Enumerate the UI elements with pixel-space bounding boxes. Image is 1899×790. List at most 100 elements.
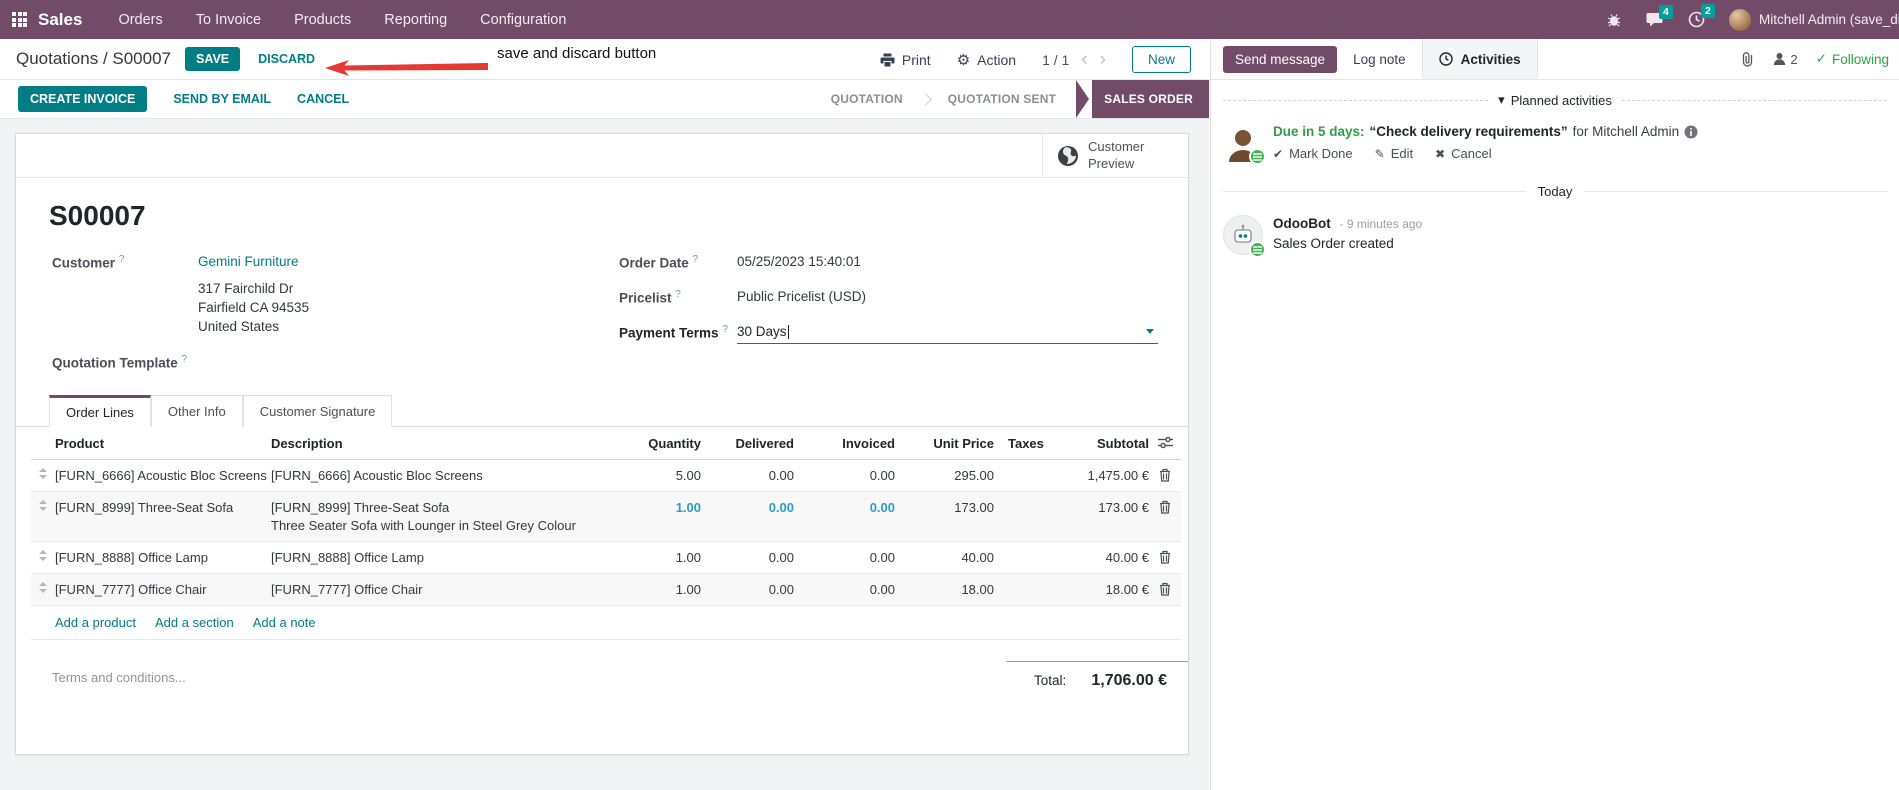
pricelist-value[interactable]: Public Pricelist (USD): [737, 289, 866, 304]
cell-quantity[interactable]: 1.00: [601, 574, 701, 605]
cell-description[interactable]: [FURN_8999] Three-Seat Sofa Three Seater…: [271, 492, 601, 541]
header-description[interactable]: Description: [271, 428, 601, 459]
cell-unit-price[interactable]: 295.00: [895, 460, 994, 491]
cancel-button[interactable]: CANCEL: [297, 92, 349, 106]
cancel-activity-button[interactable]: ✖ Cancel: [1435, 146, 1492, 161]
send-by-email-button[interactable]: SEND BY EMAIL: [173, 92, 271, 106]
header-quantity[interactable]: Quantity: [601, 428, 701, 459]
cell-taxes[interactable]: [994, 492, 1059, 508]
header-invoiced[interactable]: Invoiced: [794, 428, 895, 459]
cell-taxes[interactable]: [994, 574, 1059, 590]
cell-product[interactable]: [FURN_8888] Office Lamp: [55, 542, 271, 573]
drag-handle-icon[interactable]: [31, 492, 55, 519]
attachments-icon[interactable]: [1740, 51, 1755, 67]
menu-reporting[interactable]: Reporting: [384, 12, 447, 28]
order-line-row[interactable]: [FURN_8888] Office Lamp [FURN_8888] Offi…: [31, 542, 1181, 574]
payment-terms-input[interactable]: 30 Days: [737, 320, 1158, 344]
drag-handle-icon[interactable]: [31, 542, 55, 569]
cell-unit-price[interactable]: 173.00: [895, 492, 994, 523]
followers-button[interactable]: 2: [1773, 52, 1798, 67]
cell-description[interactable]: [FURN_8888] Office Lamp: [271, 542, 601, 573]
cell-delivered[interactable]: 0.00: [701, 542, 794, 573]
header-unit-price[interactable]: Unit Price: [895, 428, 994, 459]
delete-line-icon[interactable]: [1149, 460, 1181, 490]
terms-placeholder[interactable]: Terms and conditions...: [52, 670, 186, 685]
print-button[interactable]: Print: [880, 52, 931, 68]
tab-other-info[interactable]: Other Info: [150, 395, 243, 427]
activity-avatar[interactable]: [1223, 122, 1266, 165]
cell-taxes[interactable]: [994, 542, 1059, 558]
cell-invoiced[interactable]: 0.00: [794, 574, 895, 605]
planned-activities-toggle[interactable]: ▾ Planned activities: [1498, 92, 1612, 108]
mark-done-button[interactable]: ✔ Mark Done: [1273, 146, 1353, 161]
stage-quotation[interactable]: QUOTATION: [825, 92, 909, 106]
cell-invoiced[interactable]: 0.00: [794, 460, 895, 491]
order-date-value[interactable]: 05/25/2023 15:40:01: [737, 254, 861, 269]
customer-link[interactable]: Gemini Furniture: [198, 254, 299, 269]
cell-description[interactable]: [FURN_7777] Office Chair: [271, 574, 601, 605]
drag-handle-icon[interactable]: [31, 460, 55, 487]
header-subtotal[interactable]: Subtotal: [1059, 428, 1149, 459]
cell-product[interactable]: [FURN_8999] Three-Seat Sofa: [55, 492, 271, 523]
menu-products[interactable]: Products: [294, 12, 351, 28]
edit-activity-button[interactable]: ✎ Edit: [1375, 146, 1413, 161]
cell-taxes[interactable]: [994, 460, 1059, 476]
cell-description[interactable]: [FURN_6666] Acoustic Bloc Screens: [271, 460, 601, 491]
new-button[interactable]: New: [1131, 46, 1191, 73]
cell-product[interactable]: [FURN_6666] Acoustic Bloc Screens: [55, 460, 271, 491]
delete-line-icon[interactable]: [1149, 574, 1181, 604]
activities-button[interactable]: Activities: [1421, 39, 1538, 79]
add-section-link[interactable]: Add a section: [155, 615, 234, 630]
cell-quantity[interactable]: 1.00: [601, 542, 701, 573]
following-button[interactable]: ✓ Following: [1816, 51, 1889, 67]
cell-quantity[interactable]: 1.00: [601, 492, 701, 523]
header-delivered[interactable]: Delivered: [701, 428, 794, 459]
save-button[interactable]: SAVE: [185, 47, 241, 71]
header-product[interactable]: Product: [55, 428, 271, 459]
tab-customer-signature[interactable]: Customer Signature: [242, 395, 393, 427]
messages-icon[interactable]: 4: [1646, 4, 1673, 28]
cell-product[interactable]: [FURN_7777] Office Chair: [55, 574, 271, 605]
cell-invoiced[interactable]: 0.00: [794, 542, 895, 573]
user-menu[interactable]: Mitchell Admin (save_discar: [1729, 8, 1899, 31]
customer-preview-button[interactable]: Customer Preview: [1042, 134, 1188, 177]
tab-order-lines[interactable]: Order Lines: [49, 395, 151, 427]
menu-to-invoice[interactable]: To Invoice: [196, 12, 261, 28]
add-product-link[interactable]: Add a product: [55, 615, 136, 630]
pager-next-icon[interactable]: ›: [1100, 50, 1106, 69]
pager-previous-icon[interactable]: ‹: [1081, 50, 1087, 69]
menu-orders[interactable]: Orders: [118, 12, 162, 28]
cell-unit-price[interactable]: 40.00: [895, 542, 994, 573]
apps-grid-icon[interactable]: [12, 12, 27, 27]
menu-configuration[interactable]: Configuration: [480, 12, 566, 28]
action-button[interactable]: ⚙ Action: [957, 51, 1016, 69]
cell-delivered[interactable]: 0.00: [701, 460, 794, 491]
create-invoice-button[interactable]: CREATE INVOICE: [18, 86, 148, 112]
cell-delivered[interactable]: 0.00: [701, 574, 794, 605]
debug-bug-icon[interactable]: [1606, 12, 1622, 28]
message-author[interactable]: OdooBot: [1273, 216, 1331, 231]
add-note-link[interactable]: Add a note: [253, 615, 316, 630]
cell-delivered[interactable]: 0.00: [701, 492, 794, 523]
drag-handle-icon[interactable]: [31, 574, 55, 601]
dropdown-caret-icon[interactable]: [1146, 329, 1154, 334]
optional-columns-icon[interactable]: [1149, 428, 1181, 457]
log-note-button[interactable]: Log note: [1353, 52, 1406, 67]
delete-line-icon[interactable]: [1149, 542, 1181, 572]
app-name[interactable]: Sales: [38, 10, 82, 30]
cell-unit-price[interactable]: 18.00: [895, 574, 994, 605]
order-line-row[interactable]: [FURN_7777] Office Chair [FURN_7777] Off…: [31, 574, 1181, 606]
stage-sales-order[interactable]: SALES ORDER: [1092, 80, 1209, 118]
activity-clock-icon[interactable]: 2: [1688, 4, 1715, 28]
order-line-row[interactable]: [FURN_6666] Acoustic Bloc Screens [FURN_…: [31, 460, 1181, 492]
cell-invoiced[interactable]: 0.00: [794, 492, 895, 523]
discard-button[interactable]: DISCARD: [258, 52, 315, 66]
delete-line-icon[interactable]: [1149, 492, 1181, 522]
info-icon[interactable]: [1684, 125, 1698, 139]
odoobot-avatar[interactable]: [1223, 215, 1266, 258]
stage-quotation-sent[interactable]: QUOTATION SENT: [942, 92, 1062, 106]
order-line-row[interactable]: [FURN_8999] Three-Seat Sofa [FURN_8999] …: [31, 492, 1181, 542]
breadcrumb[interactable]: Quotations / S00007: [16, 49, 171, 69]
send-message-button[interactable]: Send message: [1223, 45, 1338, 73]
header-taxes[interactable]: Taxes: [994, 428, 1059, 459]
